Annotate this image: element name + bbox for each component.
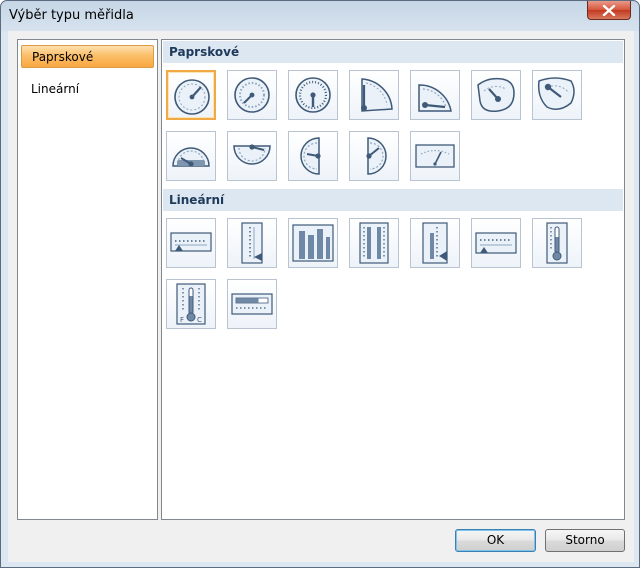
gauge-thumb-radial-9[interactable] bbox=[227, 131, 277, 181]
category-list: Paprskové Lineární bbox=[17, 39, 158, 520]
gauge-thumb-radial-2[interactable] bbox=[227, 70, 277, 120]
linear-horizontal-gauge-2-icon bbox=[475, 232, 517, 254]
gauge-thumb-linear-4[interactable] bbox=[349, 218, 399, 268]
gauge-thumb-radial-7[interactable] bbox=[532, 70, 582, 120]
section-header-linearni: Lineární bbox=[163, 189, 623, 211]
dialog-window: Výběr typu měřidla Paprskové Lineární Pa… bbox=[0, 0, 640, 568]
radial-gauge-free-2-icon bbox=[537, 77, 575, 110]
linear-vertical-gauge-icon bbox=[241, 222, 263, 264]
gauge-thumb-linear-3[interactable] bbox=[288, 218, 338, 268]
thermo-scale-f-label: F bbox=[180, 316, 184, 324]
gauge-thumb-radial-12[interactable] bbox=[410, 131, 460, 181]
gauge-thumb-linear-5[interactable] bbox=[410, 218, 460, 268]
radial-quarter-gauge-2-icon bbox=[418, 84, 452, 112]
radial-half-gauge-2-icon bbox=[233, 144, 271, 165]
nav-item-paprskove[interactable]: Paprskové bbox=[21, 45, 154, 68]
gauge-thumb-linear-6[interactable] bbox=[471, 218, 521, 268]
gauge-thumb-radial-3[interactable] bbox=[288, 70, 338, 120]
gauge-thumb-linear-7[interactable] bbox=[532, 218, 582, 268]
radial-half-gauge-vertical-2-icon bbox=[366, 137, 387, 175]
radial-quarter-gauge-icon bbox=[361, 78, 393, 112]
linear-horizontal-bar-gauge-icon bbox=[231, 293, 273, 315]
linear-multi-vertical-gauge-icon bbox=[359, 222, 389, 264]
gauge-thumb-linear-8[interactable]: F C bbox=[166, 279, 216, 329]
gauge-thumb-linear-1[interactable] bbox=[166, 218, 216, 268]
radial-half-gauge-vertical-icon bbox=[300, 137, 321, 175]
title-bar[interactable]: Výběr typu měřidla bbox=[1, 1, 639, 31]
gauge-thumb-radial-8[interactable] bbox=[166, 131, 216, 181]
radial-gauge-2-icon bbox=[234, 77, 270, 113]
radial-gauge-3-icon bbox=[295, 77, 331, 113]
radial-half-gauge-icon bbox=[172, 147, 210, 167]
linear-bar-gauge-icon bbox=[292, 224, 334, 262]
gauge-thumb-linear-2[interactable] bbox=[227, 218, 277, 268]
close-button[interactable] bbox=[587, 1, 631, 20]
radial-gauge-1-icon bbox=[174, 79, 210, 115]
meter-gauge-icon bbox=[415, 144, 455, 168]
ok-button[interactable]: OK bbox=[455, 529, 536, 552]
nav-item-label: Lineární bbox=[31, 82, 80, 96]
gauge-gallery[interactable]: Paprskové Lineární F C bbox=[161, 39, 625, 520]
gauge-thumb-radial-6[interactable] bbox=[471, 70, 521, 120]
cancel-button[interactable]: Storno bbox=[545, 529, 625, 552]
thermo-scale-c-label: C bbox=[197, 316, 202, 324]
gauge-thumb-radial-1[interactable] bbox=[166, 70, 216, 120]
close-icon bbox=[602, 4, 616, 16]
gauge-thumb-radial-10[interactable] bbox=[288, 131, 338, 181]
gauge-thumb-radial-5[interactable] bbox=[410, 70, 460, 120]
gauge-thumb-linear-9[interactable] bbox=[227, 279, 277, 329]
dialog-client-area: Paprskové Lineární Paprskové Lineární F … bbox=[8, 31, 634, 562]
nav-item-label: Paprskové bbox=[32, 50, 94, 64]
linear-vertical-gauge-2-icon bbox=[422, 222, 448, 264]
linear-horizontal-gauge-icon bbox=[170, 232, 212, 252]
radial-gauge-free-icon bbox=[477, 77, 515, 113]
section-header-paprskove: Paprskové bbox=[163, 41, 623, 63]
thermometer-fc-gauge-icon: F C bbox=[176, 283, 206, 325]
thermometer-gauge-icon bbox=[546, 222, 568, 264]
window-title: Výběr typu měřidla bbox=[9, 8, 134, 23]
gauge-thumb-radial-4[interactable] bbox=[349, 70, 399, 120]
gauge-thumb-radial-11[interactable] bbox=[349, 131, 399, 181]
nav-item-linearni[interactable]: Lineární bbox=[21, 78, 154, 101]
